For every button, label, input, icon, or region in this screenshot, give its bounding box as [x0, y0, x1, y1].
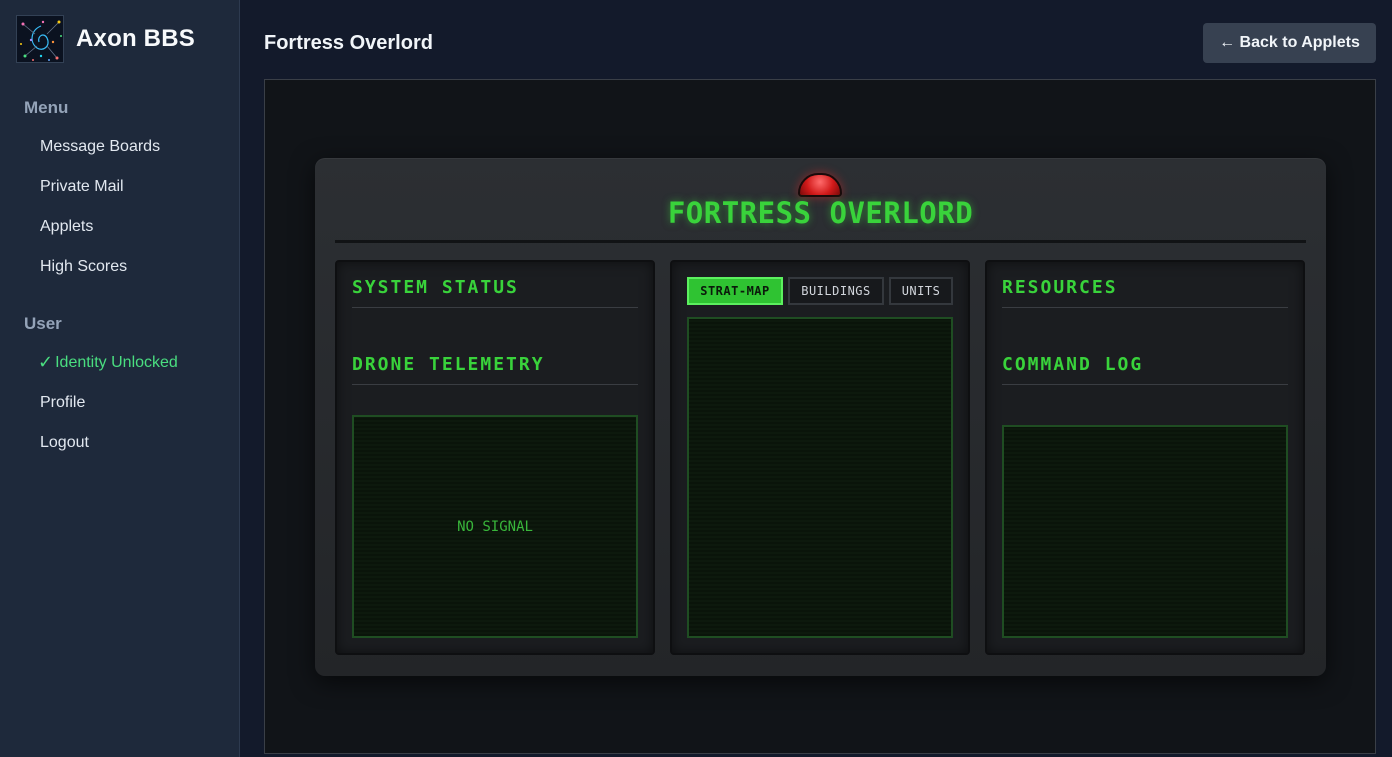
nav-message-boards[interactable]: Message Boards	[40, 138, 160, 156]
menu-heading: Menu	[24, 98, 69, 117]
sidebar: Axon BBS Menu Message Boards Private Mai…	[0, 0, 240, 757]
alarm-light-icon	[798, 173, 842, 197]
nav-identity-unlocked[interactable]: ✓ Identity Unlocked	[38, 352, 178, 373]
nav-high-scores[interactable]: High Scores	[40, 258, 127, 276]
resources-heading: RESOURCES	[1002, 277, 1288, 308]
drone-telemetry-screen: NO SIGNAL	[352, 415, 638, 638]
nav-profile[interactable]: Profile	[40, 394, 85, 412]
checkmark-icon: ✓	[38, 352, 54, 372]
page-title: Fortress Overlord	[264, 32, 433, 54]
drone-telemetry-heading: DRONE TELEMETRY	[352, 354, 638, 385]
nav-private-mail[interactable]: Private Mail	[40, 178, 124, 196]
brand[interactable]: Axon BBS	[16, 15, 195, 63]
nav-logout[interactable]: Logout	[40, 434, 89, 452]
map-panel: STRAT-MAP BUILDINGS UNITS	[670, 260, 970, 655]
nav-applets[interactable]: Applets	[40, 218, 93, 236]
resources-panel: RESOURCES COMMAND LOG	[985, 260, 1305, 655]
applet-frame: FORTRESS OVERLORD SYSTEM STATUS DRONE TE…	[264, 79, 1376, 754]
identity-label: Identity Unlocked	[55, 353, 178, 371]
app-logo-icon	[16, 15, 64, 63]
system-status-heading: SYSTEM STATUS	[352, 277, 638, 308]
title-divider	[335, 240, 1306, 243]
tab-strat-map[interactable]: STRAT-MAP	[687, 277, 783, 305]
status-panel: SYSTEM STATUS DRONE TELEMETRY NO SIGNAL	[335, 260, 655, 655]
user-heading: User	[24, 314, 62, 333]
command-log-screen	[1002, 425, 1288, 638]
command-log-heading: COMMAND LOG	[1002, 354, 1288, 385]
tab-units[interactable]: UNITS	[889, 277, 953, 305]
strat-map-screen[interactable]	[687, 317, 953, 638]
app-name: Axon BBS	[76, 25, 195, 52]
back-to-applets-button[interactable]: ← Back to Applets	[1203, 23, 1376, 63]
tab-buildings[interactable]: BUILDINGS	[788, 277, 884, 305]
game-title: FORTRESS OVERLORD	[667, 196, 974, 230]
game-console: FORTRESS OVERLORD SYSTEM STATUS DRONE TE…	[315, 158, 1326, 676]
no-signal-text: NO SIGNAL	[457, 518, 533, 535]
